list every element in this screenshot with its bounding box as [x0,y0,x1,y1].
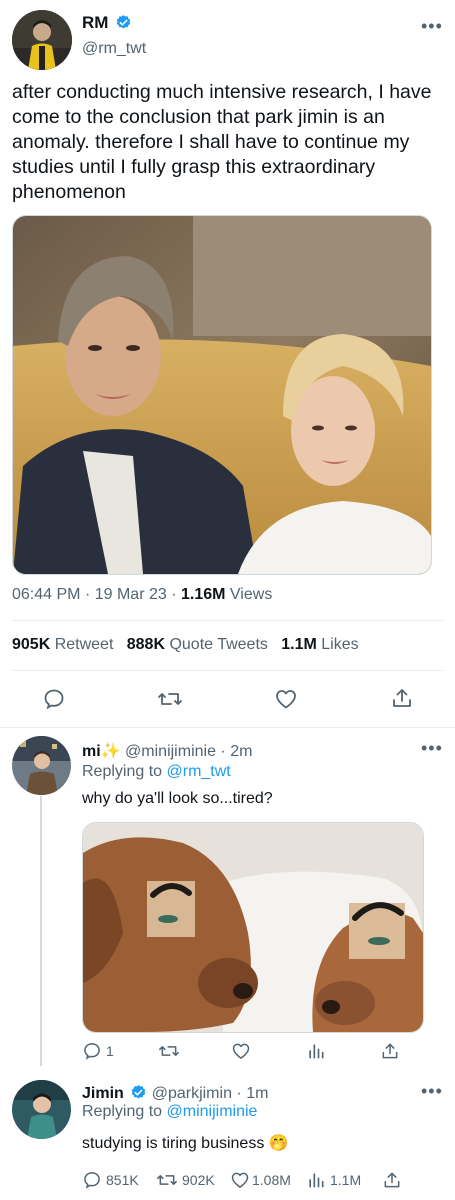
retweets-label: Retweet [54,636,114,653]
share-icon [384,1172,400,1188]
meta-separator: · [84,586,91,603]
meta-separator: · [171,586,177,603]
divider [12,670,443,671]
divider [12,620,443,621]
quotes-stat[interactable]: 888K Quote Tweets [127,636,273,653]
share-icon [382,1043,398,1059]
mi-header: mi✨ @minijiminie · 2m [82,741,252,761]
heart-icon [232,1043,250,1059]
meta-separator: · [236,1085,242,1102]
verified-badge-icon [132,1085,146,1099]
tweet-meta: 06:44 PM · 19 Mar 23 · 1.16M Views [12,586,272,604]
mi-display-name[interactable]: mi [82,743,101,760]
reply-icon[interactable] [42,687,66,711]
like-count: 1.08M [252,1172,291,1188]
retweet-count: 902K [182,1172,215,1188]
views-button[interactable]: 1.1M [306,1170,361,1190]
jimin-reply-text: studying is tiring business 🤭 [82,1135,289,1152]
quotes-count: 888K [126,636,165,653]
reply-button[interactable]: 1 [82,1041,114,1061]
reply-count: 851K [106,1172,139,1188]
views-count: 1.16M [181,586,226,603]
retweet-icon [157,1175,177,1185]
views-button[interactable] [306,1041,326,1061]
retweet-icon [159,1046,179,1056]
share-button[interactable] [380,1041,400,1061]
retweets-count: 905K [12,636,51,653]
rm-avatar[interactable] [12,10,72,70]
more-icon[interactable]: ••• [421,16,443,37]
likes-count: 1.1M [281,636,317,653]
replying-mention[interactable]: @rm_twt [167,763,231,780]
reply-button[interactable]: 851K [82,1170,139,1190]
like-button[interactable] [231,1041,251,1061]
jimin-handle[interactable]: @parkjimin [152,1085,232,1102]
share-button[interactable] [382,1170,402,1190]
more-icon[interactable]: ••• [421,738,443,759]
reply-count: 1 [106,1043,114,1059]
jimin-avatar[interactable] [12,1080,71,1139]
replying-label: Replying to [82,763,163,780]
mi-avatar[interactable] [12,736,71,795]
tweet-stats: 905K Retweet 888K Quote Tweets 1.1M Like… [12,636,359,654]
rm-handle[interactable]: @rm_twt [82,40,146,58]
rm-name-row: RM [82,13,132,33]
heart-icon[interactable] [274,687,298,711]
more-icon[interactable]: ••• [421,1081,443,1102]
heart-icon [231,1172,249,1188]
replying-mention[interactable]: @minijiminie [167,1103,258,1120]
reply-icon [84,1172,100,1189]
views-icon [309,1173,324,1188]
reply-photo[interactable] [82,822,424,1033]
jimin-replying-to: Replying to @minijiminie [82,1103,257,1121]
rm-display-name[interactable]: RM [82,13,108,32]
sparkle-emoji: ✨ [100,743,121,760]
verified-badge-icon [116,15,131,29]
tweet-time[interactable]: 06:44 PM [12,586,80,603]
likes-label: Likes [321,636,359,653]
replying-label: Replying to [82,1103,163,1120]
retweet-button[interactable]: 902K [156,1170,215,1190]
jimin-header: Jimin @parkjimin · 1m [82,1084,268,1103]
views-count: 1.1M [330,1172,362,1188]
thread-line [40,796,42,1066]
divider [0,727,455,728]
mi-time[interactable]: 2m [230,743,252,760]
like-button[interactable]: 1.08M [230,1170,291,1190]
mi-handle[interactable]: @minijiminie [125,743,216,760]
jimin-display-name[interactable]: Jimin [82,1085,124,1102]
tweet-date[interactable]: 19 Mar 23 [95,586,167,603]
views-label: Views [229,586,273,603]
likes-stat[interactable]: 1.1M Likes [281,636,358,653]
mi-reply-text: why do ya'll look so...tired? [82,790,273,807]
jimin-time[interactable]: 1m [246,1085,268,1102]
tweet-photo[interactable] [12,215,432,575]
retweets-stat[interactable]: 905K Retweet [12,636,118,653]
quotes-label: Quote Tweets [169,636,268,653]
retweet-button[interactable] [158,1041,180,1061]
meta-separator: · [220,743,226,760]
tweet-text: after conducting much intensive research… [12,81,432,203]
share-icon[interactable] [390,686,414,710]
retweet-icon[interactable] [157,687,183,711]
views-icon [309,1044,324,1059]
mi-replying-to: Replying to @rm_twt [82,763,231,781]
reply-icon [84,1043,100,1060]
